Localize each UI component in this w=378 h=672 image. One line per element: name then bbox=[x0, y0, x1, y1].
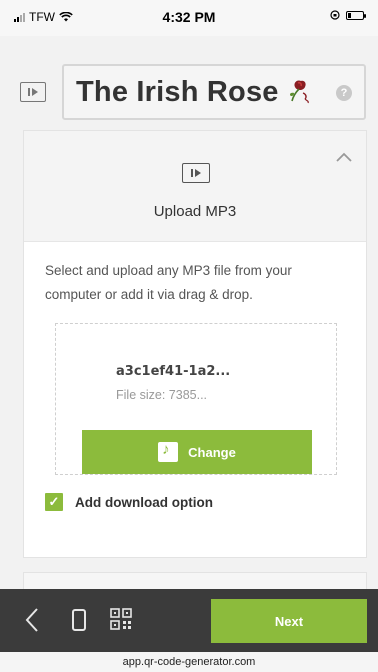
download-option-checkbox[interactable]: ✓ bbox=[45, 493, 63, 511]
status-bar: TFW 4:32 PM bbox=[0, 0, 378, 36]
rose-emoji-icon bbox=[285, 75, 315, 110]
download-option-label: Add download option bbox=[75, 494, 213, 510]
play-icon bbox=[20, 82, 46, 102]
title-row: The Irish Rose ? bbox=[20, 64, 366, 120]
card-header[interactable]: Upload MP3 bbox=[24, 131, 366, 242]
browser-url[interactable]: app.qr-code-generator.com bbox=[0, 652, 378, 672]
status-icons bbox=[330, 10, 366, 20]
card-title: Upload MP3 bbox=[153, 203, 237, 220]
download-option-row[interactable]: ✓ Add download option bbox=[45, 493, 213, 511]
chevron-up-icon[interactable] bbox=[336, 149, 352, 167]
back-icon[interactable] bbox=[24, 607, 40, 638]
file-name: a3c1ef41-1a2... bbox=[116, 364, 231, 379]
checkmark-icon: ✓ bbox=[48, 494, 60, 509]
change-button-label: Change bbox=[188, 444, 236, 460]
phone-preview-icon[interactable] bbox=[72, 609, 86, 631]
page-title: The Irish Rose bbox=[76, 75, 279, 108]
upload-description: Select and upload any MP3 file from your… bbox=[45, 263, 292, 302]
play-icon bbox=[182, 163, 210, 183]
music-file-icon bbox=[158, 441, 179, 462]
change-button[interactable]: Change bbox=[82, 430, 312, 474]
file-size: File size: 7385... bbox=[116, 388, 208, 402]
next-button[interactable]: Next bbox=[211, 599, 367, 643]
help-icon[interactable]: ? bbox=[336, 85, 352, 101]
bottom-toolbar: Next bbox=[0, 589, 378, 652]
battery-icon bbox=[346, 10, 366, 20]
clock: 4:32 PM bbox=[162, 9, 216, 25]
upload-mp3-card: Upload MP3 Select and upload any MP3 fil… bbox=[23, 130, 367, 558]
drop-zone[interactable]: a3c1ef41-1a2... File size: 7385... Chang… bbox=[55, 323, 337, 475]
qr-code-icon[interactable] bbox=[110, 608, 132, 630]
lock-rotation-icon bbox=[330, 10, 340, 20]
page-title-field[interactable]: The Irish Rose ? bbox=[62, 64, 366, 120]
